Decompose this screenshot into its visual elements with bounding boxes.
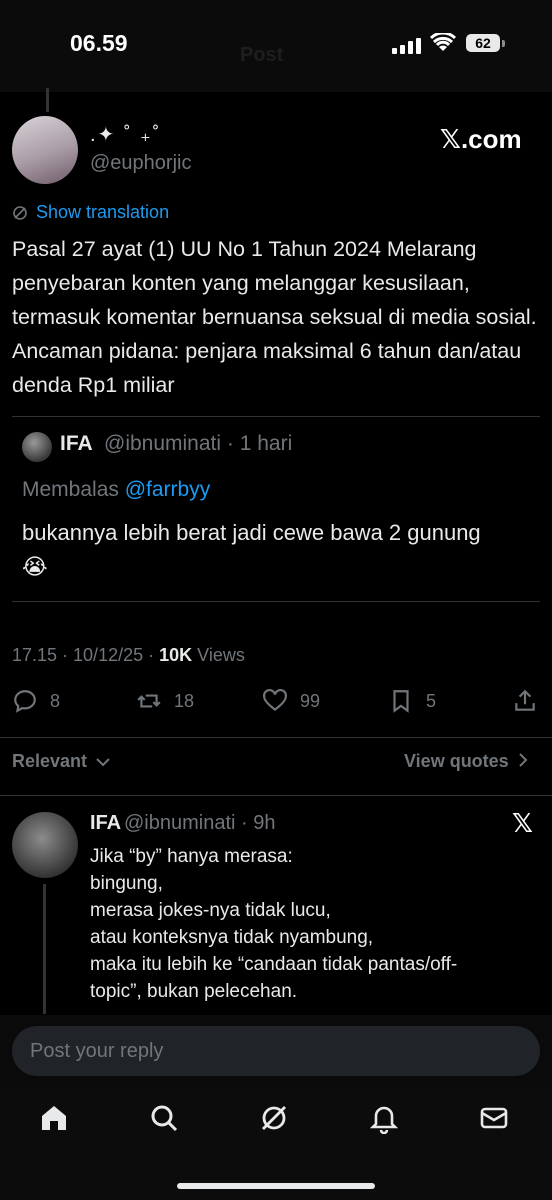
reply-line: Jika “by” hanya merasa:: [90, 846, 293, 867]
share-icon: [515, 689, 535, 711]
quote-avatar[interactable]: [22, 432, 52, 462]
replying-to: Membalas @farrbyy: [22, 478, 210, 502]
reply-icon: [14, 690, 36, 713]
battery-icon: 62: [466, 34, 500, 52]
show-translation[interactable]: Show translation: [12, 202, 169, 223]
display-name[interactable]: .✦ ˚ ₊˚: [90, 122, 161, 147]
home-indicator: [177, 1183, 375, 1189]
reply-button[interactable]: 8: [12, 688, 60, 714]
divider: [12, 601, 540, 602]
post-meta: 17.15 · 10/12/25 · 10K Views: [12, 645, 245, 666]
replying-prefix: Membalas: [22, 478, 125, 501]
mention-link[interactable]: @farrbyy: [125, 478, 211, 501]
bookmark-count: 5: [426, 690, 437, 711]
like-button[interactable]: 99: [262, 688, 320, 714]
sort-label: Relevant: [12, 751, 88, 771]
repost-icon: [137, 694, 161, 708]
mail-icon[interactable]: [478, 1102, 510, 1134]
view-quotes-link[interactable]: View quotes: [404, 751, 528, 772]
reply-avatar[interactable]: [12, 812, 78, 878]
reply-line: maka itu lebih ke “candaan tidak pantas/…: [90, 954, 458, 975]
like-count: 99: [300, 690, 321, 711]
translation-label[interactable]: Show translation: [36, 202, 169, 223]
reply-line: merasa jokes-nya tidak lucu,: [90, 900, 331, 921]
views-label: Views: [192, 645, 245, 665]
quote-handle[interactable]: @ibnuminati · 1 hari: [104, 432, 292, 456]
bookmark-button[interactable]: 5: [388, 688, 436, 714]
share-button[interactable]: [512, 688, 538, 714]
reply-line: bingung,: [90, 873, 163, 894]
thread-line: [43, 884, 46, 1014]
header-title: Post: [240, 44, 284, 66]
reply-line: topic”, bukan pelecehan.: [90, 981, 298, 1002]
reply-count: 8: [50, 690, 61, 711]
views-count: 10K: [159, 645, 193, 665]
battery-tip: [502, 40, 505, 47]
bookmark-icon: [393, 690, 409, 713]
signal-icon: [392, 38, 421, 54]
user-handle[interactable]: @euphorjic: [90, 152, 191, 175]
like-icon: [263, 688, 287, 712]
translate-icon: [13, 205, 27, 220]
sort-dropdown[interactable]: Relevant: [12, 751, 110, 772]
thread-line: [46, 88, 49, 112]
reply-text: Jika “by” hanya merasa: bingung, merasa …: [90, 843, 540, 1005]
home-icon[interactable]: [38, 1102, 70, 1134]
reply-placeholder: Post your reply: [30, 1040, 164, 1062]
bell-icon[interactable]: [368, 1102, 400, 1134]
quote-text: bukannya lebih berat jadi cewe bawa 2 gu…: [22, 520, 481, 579]
quote-name[interactable]: IFA: [60, 432, 93, 456]
wifi-icon: [430, 33, 456, 51]
divider: [0, 795, 552, 796]
repost-button[interactable]: 18: [136, 688, 194, 714]
view-quotes-label: View quotes: [404, 751, 509, 771]
reply-line: atau konteksnya tidak nyambung,: [90, 927, 374, 948]
post-timestamp: 17.15 · 10/12/25 ·: [12, 645, 160, 665]
brand-watermark: 𝕏.com: [440, 124, 522, 154]
divider: [0, 737, 552, 738]
reply-name[interactable]: IFA: [90, 812, 121, 835]
status-time: 06.59: [70, 30, 128, 56]
grok-icon[interactable]: [258, 1102, 290, 1134]
avatar[interactable]: [12, 116, 78, 184]
divider: [12, 416, 540, 417]
reply-handle[interactable]: @ibnuminati · 9h: [124, 812, 275, 835]
chevron-right-icon: [519, 753, 528, 767]
chevron-down-icon: [96, 758, 110, 767]
x-logo-icon: 𝕏: [512, 808, 533, 838]
action-bar: 8 18 99 5: [12, 688, 540, 722]
repost-count: 18: [174, 690, 195, 711]
post-text: Pasal 27 ayat (1) UU No 1 Tahun 2024 Mel…: [12, 237, 537, 397]
search-icon[interactable]: [148, 1102, 180, 1134]
